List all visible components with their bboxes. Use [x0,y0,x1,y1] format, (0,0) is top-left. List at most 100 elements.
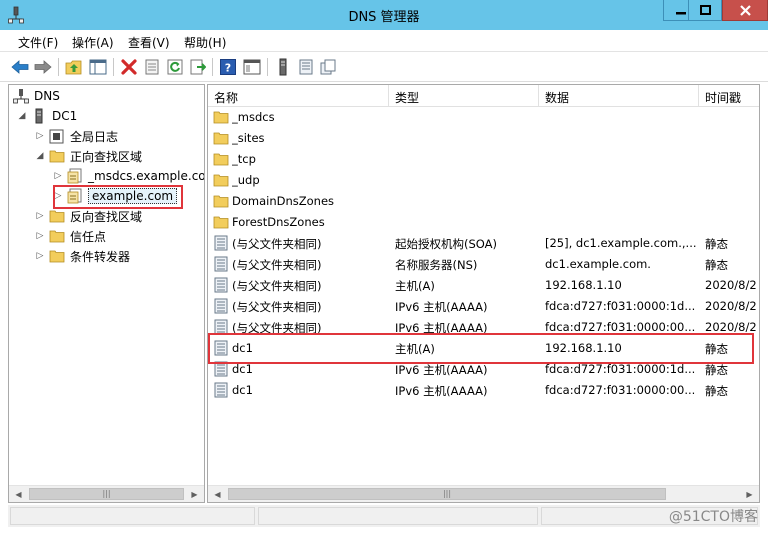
forward-button[interactable] [33,57,53,77]
toolbar-separator [212,58,213,76]
expanded-arrow-icon[interactable]: ◢ [35,151,45,161]
toolbar-separator [113,58,114,76]
record-row[interactable]: dc1 IPv6 主机(AAAA) fdca:d727:f031:0000:00..… [208,380,759,401]
record-row[interactable]: _udp [208,170,759,191]
record-timestamp: 静态 [705,363,728,377]
scroll-left-icon[interactable]: ◀ [10,487,27,502]
record-timestamp: 2020/8/2 [705,278,757,292]
server-icon [35,108,43,124]
folder-icon [49,210,65,223]
toolbar-separator [267,58,268,76]
close-button[interactable] [722,0,768,21]
record-row[interactable]: (与父文件夹相同) 名称服务器(NS) dc1.example.com. 静态 [208,254,759,275]
scroll-right-icon[interactable]: ▶ [741,487,758,502]
tree-item-dc1[interactable]: ◢ DC1 [17,106,77,126]
column-header-type[interactable]: 类型 [389,85,539,107]
record-type: IPv6 主机(AAAA) [395,300,488,314]
collapsed-arrow-icon[interactable]: ▷ [35,251,45,261]
scroll-left-icon[interactable]: ◀ [209,487,226,502]
folder-icon [213,216,229,229]
collapsed-arrow-icon[interactable]: ▷ [35,231,45,241]
record-row[interactable]: (与父文件夹相同) 起始授权机构(SOA) [25], dc1.example.co… [208,233,759,254]
record-timestamp: 2020/8/2 [705,320,757,334]
record-data: fdca:d727:f031:0000:00... [545,320,696,334]
svg-text:?: ? [225,62,231,75]
highlight-box-dc1-row [208,333,754,364]
maximize-button[interactable] [688,0,722,21]
scroll-right-icon[interactable]: ▶ [186,487,203,502]
zone-icon [67,168,82,184]
scroll-thumb[interactable]: ||| [228,488,666,500]
properties-button[interactable] [142,57,162,77]
folder-icon [213,111,229,124]
records-button[interactable] [296,57,316,77]
menu-action[interactable]: 操作(A) [72,34,114,51]
status-bar [8,505,760,527]
collapsed-arrow-icon[interactable]: ▷ [35,211,45,221]
column-header-data[interactable]: 数据 [539,85,699,107]
record-data: fdca:d727:f031:0000:00... [545,383,696,397]
record-name: _msdcs [232,110,275,124]
collapsed-arrow-icon[interactable]: ▷ [35,131,45,141]
export-icon [190,59,206,75]
toolbar-separator [58,58,59,76]
column-header-timestamp[interactable]: 时间戳 [699,85,759,107]
forward-arrow-icon [34,60,52,74]
title-bar: DNS 管理器 [0,0,768,30]
menu-help[interactable]: 帮助(H) [184,34,226,51]
server-button[interactable] [273,57,293,77]
up-one-level-button[interactable] [64,57,84,77]
show-hide-tree-button[interactable] [88,57,108,77]
console-button[interactable] [242,57,262,77]
record-row[interactable]: _tcp [208,149,759,170]
record-name: dc1 [232,383,253,397]
record-data: fdca:d727:f031:0000:1d... [545,362,696,376]
record-row[interactable]: (与父文件夹相同) 主机(A) 192.168.1.10 2020/8/2 [208,275,759,296]
record-name: _tcp [232,152,256,166]
menu-view[interactable]: 查看(V) [128,34,170,51]
folder-icon [49,150,65,163]
tree-item-reverse-zones[interactable]: ▷ 反向查找区域 [35,206,142,226]
tree-pane: DNS ◢ DC1 ▷ 全局日志 ◢ 正向查找区域 ▷ _msdcs.examp… [8,84,205,503]
record-name: dc1 [232,362,253,376]
folder-icon [213,132,229,145]
record-row[interactable]: _sites [208,128,759,149]
scroll-thumb[interactable]: ||| [29,488,184,500]
tree-item-trust-points[interactable]: ▷ 信任点 [35,226,106,246]
window-title: DNS 管理器 [348,10,420,25]
tree-item-msdcs-zone[interactable]: ▷ _msdcs.example.co [53,166,204,186]
tree-item-global-log[interactable]: ▷ 全局日志 [35,126,118,146]
folder-icon [213,195,229,208]
delete-button[interactable] [119,57,139,77]
refresh-button[interactable] [165,57,185,77]
record-row[interactable]: DomainDnsZones [208,191,759,212]
tree-horizontal-scrollbar[interactable]: ◀ ||| ▶ [9,485,204,502]
close-icon [740,5,751,16]
record-name: (与父文件夹相同) [232,279,322,293]
folder-icon [213,153,229,166]
menu-file[interactable]: 文件(F) [18,34,58,51]
help-button[interactable]: ? [218,57,238,77]
tree-item-forward-zones[interactable]: ◢ 正向查找区域 [35,146,142,166]
expanded-arrow-icon[interactable]: ◢ [17,111,27,121]
record-timestamp: 静态 [705,384,728,398]
back-button[interactable] [10,57,30,77]
record-name: (与父文件夹相同) [232,258,322,272]
show-hide-tree-icon [89,59,107,75]
record-data: fdca:d727:f031:0000:1d... [545,299,696,313]
tree-item-conditional-forwarders[interactable]: ▷ 条件转发器 [35,246,130,266]
record-icon [214,256,228,272]
record-row[interactable]: ForestDnsZones [208,212,759,233]
tree-item-dns[interactable]: DNS [13,86,60,106]
record-row[interactable]: (与父文件夹相同) IPv6 主机(AAAA) fdca:d727:f031:000… [208,296,759,317]
log-icon [49,129,64,144]
record-row[interactable]: _msdcs [208,107,759,128]
copy-button[interactable] [318,57,338,77]
export-list-button[interactable] [188,57,208,77]
column-header-name[interactable]: 名称 [208,85,389,107]
console-icon [243,59,261,75]
record-icon [214,235,228,251]
minimize-icon [676,12,686,15]
list-horizontal-scrollbar[interactable]: ◀ ||| ▶ [208,485,759,502]
collapsed-arrow-icon[interactable]: ▷ [53,171,63,181]
